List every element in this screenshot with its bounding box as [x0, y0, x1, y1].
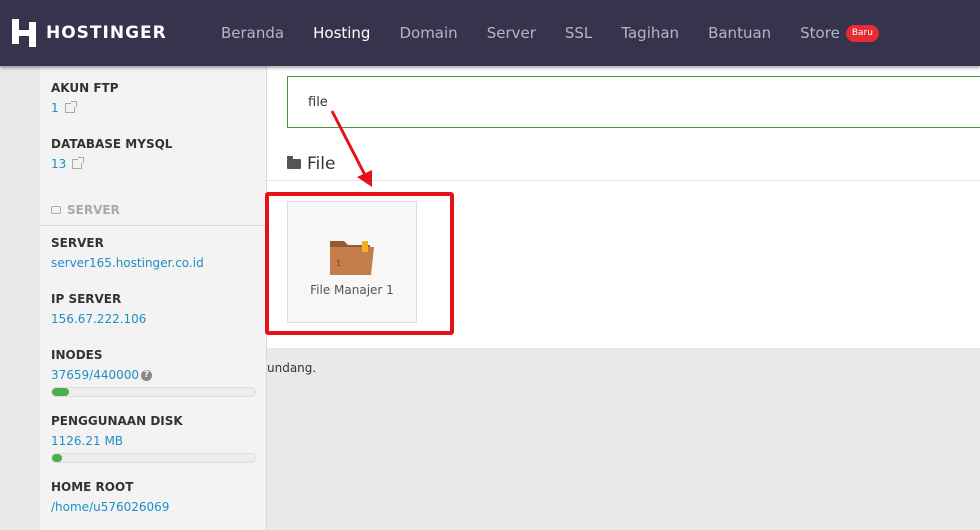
- nav-server[interactable]: Server: [487, 24, 536, 42]
- nav-store[interactable]: Store Baru: [800, 24, 879, 42]
- top-navbar: HOSTINGER Beranda Hosting Domain Server …: [0, 0, 980, 66]
- nav-store-label: Store: [800, 24, 840, 42]
- hostinger-logo[interactable]: HOSTINGER: [12, 18, 167, 48]
- nav-ssl[interactable]: SSL: [565, 24, 592, 42]
- pointer-arrow: [330, 110, 372, 187]
- nav-bantuan[interactable]: Bantuan: [708, 24, 771, 42]
- nav-hosting[interactable]: Hosting: [313, 24, 370, 42]
- new-badge: Baru: [845, 24, 879, 42]
- nav-domain[interactable]: Domain: [399, 24, 457, 42]
- nav-tagihan[interactable]: Tagihan: [621, 24, 679, 42]
- nav-beranda[interactable]: Beranda: [221, 24, 284, 42]
- hostinger-logo-icon: [12, 19, 36, 47]
- brand-name: HOSTINGER: [46, 23, 167, 43]
- main-nav: Beranda Hosting Domain Server SSL Tagiha…: [221, 0, 908, 66]
